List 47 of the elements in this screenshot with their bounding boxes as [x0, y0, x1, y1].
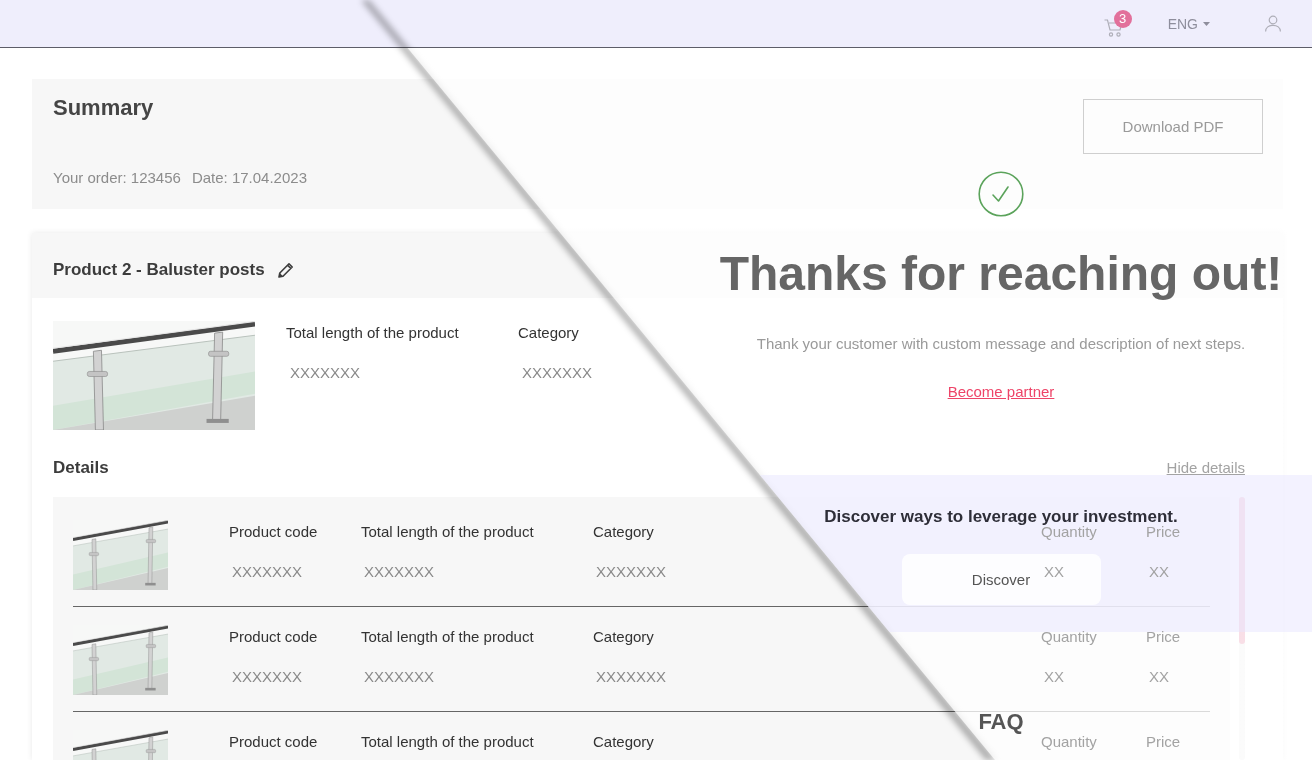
field-value: XX	[1148, 563, 1169, 581]
field-label: Quantity	[1041, 733, 1097, 751]
field-value: XX	[1043, 668, 1064, 686]
field-label: Price	[1146, 523, 1181, 541]
thanks-title: Thanks for reaching out!	[719, 246, 1283, 302]
field-value: XX	[1043, 563, 1064, 581]
field-label: Total length of the product	[361, 628, 534, 646]
field-label: Product code	[229, 628, 318, 646]
field-label: Product code	[229, 523, 318, 541]
order-date: Date: 17.04.2023	[191, 169, 307, 187]
caret-icon	[1203, 21, 1210, 26]
pencil-icon[interactable]	[277, 262, 294, 278]
cart-count-badge: 3	[1113, 9, 1132, 28]
field-value: XXXXXXX	[231, 668, 303, 686]
field-value: XXXXXXX	[521, 364, 593, 382]
scrollbar-thumb[interactable]	[1239, 497, 1245, 644]
check-circle-icon	[978, 171, 1024, 217]
order-number: Your order: 123456	[53, 169, 181, 187]
summary-title: Summary	[53, 95, 155, 121]
field-value: XXXXXXX	[595, 563, 667, 581]
field-value: XXXXXXX	[363, 668, 435, 686]
field-value: XXXXXXX	[231, 563, 303, 581]
field-value: XXXXXXX	[289, 364, 361, 382]
field-label: Total length of the product	[361, 523, 534, 541]
field-label: Product code	[229, 733, 318, 751]
faq-title: FAQ	[978, 709, 1024, 735]
download-pdf-button[interactable]: Download PDF	[1083, 99, 1263, 154]
product-title: Product 2 - Baluster posts	[53, 260, 265, 280]
field-label: Category	[593, 523, 654, 541]
user-icon[interactable]	[1265, 15, 1281, 32]
field-label: Category	[518, 324, 579, 342]
thanks-message: Thank your customer with custom message and description of next steps.	[756, 335, 1246, 353]
details-title: Details	[53, 458, 109, 478]
field-value: XXXXXXX	[595, 668, 667, 686]
field-label: Quantity	[1041, 628, 1097, 646]
field-label: Price	[1146, 628, 1181, 646]
hide-details-link[interactable]: Hide details	[1166, 459, 1245, 477]
field-label: Total length of the product	[286, 324, 459, 342]
language-selector[interactable]: ENG	[1167, 15, 1210, 32]
field-value: XXXXXXX	[363, 563, 435, 581]
field-value: XX	[1148, 668, 1169, 686]
field-label: Total length of the product	[361, 733, 534, 751]
become-partner-link[interactable]: Become partner	[947, 383, 1055, 401]
field-label: Category	[593, 733, 654, 751]
field-label: Category	[593, 628, 654, 646]
field-label: Price	[1146, 733, 1181, 751]
promo-heading: Discover ways to leverage your investment.	[824, 507, 1178, 526]
